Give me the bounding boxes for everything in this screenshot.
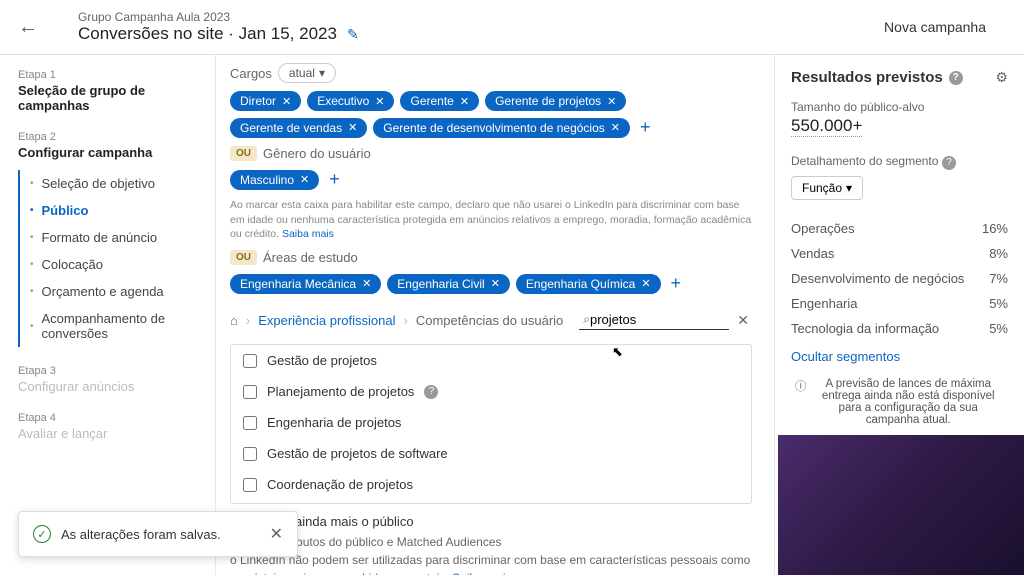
save-toast: ✓ As alterações foram salvas. ✕	[18, 511, 298, 557]
segment-row: Engenharia5%	[791, 291, 1008, 316]
title-block: Grupo Campanha Aula 2023 Conversões no s…	[78, 10, 884, 44]
skill-option[interactable]: Estimativa de projetos	[231, 500, 751, 504]
segment-row: Desenvolvimento de negócios7%	[791, 266, 1008, 291]
sidebar-substep[interactable]: Público	[20, 197, 205, 224]
toast-message: As alterações foram salvas.	[61, 527, 221, 542]
skill-checkbox[interactable]	[243, 385, 257, 399]
restrict-text: ainda mais o público	[295, 514, 414, 529]
remove-chip-icon[interactable]: ✕	[460, 95, 469, 108]
step1-title[interactable]: Seleção de grupo de campanhas	[18, 83, 205, 113]
pencil-icon[interactable]: ✎	[347, 26, 359, 43]
new-campaign-link[interactable]: Nova campanha	[884, 19, 986, 35]
help-icon[interactable]: ?	[949, 71, 963, 85]
help-icon[interactable]: ?	[424, 385, 438, 399]
remove-chip-icon[interactable]: ✕	[282, 95, 291, 108]
remove-chip-icon[interactable]: ✕	[641, 277, 650, 290]
left-sidebar: Etapa 1 Seleção de grupo de campanhas Et…	[0, 55, 216, 575]
info-icon: ⓘ	[795, 378, 807, 426]
saiba-mais-link-2[interactable]: Saiba mais	[452, 571, 511, 575]
search-icon: ⌕	[583, 312, 590, 327]
chevron-down-icon: ▾	[319, 66, 325, 80]
step3-num: Etapa 3	[18, 365, 205, 377]
segment-detail-label: Detalhamento do segmento	[791, 154, 938, 168]
clear-search-icon[interactable]: ✕	[737, 312, 749, 329]
filter-chip[interactable]: Executivo ✕	[307, 91, 394, 111]
cargos-label: Cargos	[230, 66, 272, 81]
skill-search-input[interactable]	[590, 312, 725, 327]
filter-chip[interactable]: Engenharia Civil ✕	[387, 274, 510, 294]
gear-icon[interactable]: ⚙	[995, 69, 1008, 86]
areas-label: Áreas de estudo	[263, 250, 358, 265]
remove-chip-icon[interactable]: ✕	[375, 95, 384, 108]
remove-chip-icon[interactable]: ✕	[607, 95, 616, 108]
remove-chip-icon[interactable]: ✕	[491, 277, 500, 290]
help-icon-2[interactable]: ?	[942, 156, 956, 170]
breadcrumb-comp: Competências do usuário	[416, 313, 563, 328]
audience-size-value: 550.000+	[791, 116, 862, 137]
sidebar-substep[interactable]: Seleção de objetivo	[20, 170, 205, 197]
step4-title: Avaliar e lançar	[18, 426, 205, 441]
step2-title[interactable]: Configurar campanha	[18, 145, 205, 160]
check-circle-icon: ✓	[33, 525, 51, 543]
segment-row: Operações16%	[791, 216, 1008, 241]
step3-title: Configurar anúncios	[18, 379, 205, 394]
sidebar-substep[interactable]: Acompanhamento de conversões	[20, 305, 205, 347]
skill-option[interactable]: Engenharia de projetos	[231, 407, 751, 438]
segment-row: Tecnologia da informação5%	[791, 316, 1008, 341]
remove-chip-icon[interactable]: ✕	[611, 121, 620, 134]
filter-chip[interactable]: Masculino ✕	[230, 170, 319, 190]
filter-chip[interactable]: Gerente de vendas ✕	[230, 118, 367, 138]
remove-chip-icon[interactable]: ✕	[362, 277, 371, 290]
add-chip-button[interactable]: +	[325, 169, 344, 190]
matched-audiences-text: soas por atributos do público e Matched …	[230, 533, 752, 551]
forecast-title: Resultados previstos	[791, 69, 943, 86]
main-panel: Cargos atual ▾ Diretor ✕ Executivo ✕ Geren…	[216, 55, 774, 575]
hide-segments-link[interactable]: Ocultar segmentos	[791, 349, 900, 364]
or-badge: OU	[230, 146, 257, 161]
skill-checkbox[interactable]	[243, 447, 257, 461]
saiba-mais-link[interactable]: Saiba mais	[282, 228, 334, 240]
breadcrumb-exp[interactable]: Experiência profissional	[258, 313, 395, 328]
skill-search-box[interactable]: ⌕	[579, 310, 729, 330]
sidebar-substep[interactable]: Colocação	[20, 251, 205, 278]
back-arrow-icon[interactable]: ←	[18, 16, 38, 39]
step2-num: Etapa 2	[18, 131, 205, 143]
audience-size-label: Tamanho do público-alvo	[791, 100, 1008, 114]
campaign-name: Conversões no site · Jan 15, 2023	[78, 24, 337, 44]
filter-chip[interactable]: Engenharia Mecânica ✕	[230, 274, 381, 294]
skill-checkbox[interactable]	[243, 354, 257, 368]
cargos-filter-dropdown[interactable]: atual ▾	[278, 63, 336, 83]
filter-chip[interactable]: Gerente de desenvolvimento de negócios ✕	[373, 118, 630, 138]
chevron-down-icon: ▾	[846, 181, 852, 195]
segment-row: Vendas8%	[791, 241, 1008, 266]
filter-chip[interactable]: Gerente de projetos ✕	[485, 91, 626, 111]
filter-chip[interactable]: Diretor ✕	[230, 91, 301, 111]
function-dropdown[interactable]: Função ▾	[791, 176, 863, 200]
skill-option[interactable]: Coordenação de projetos	[231, 469, 751, 500]
bid-warning-text: A previsão de lances de máxima entrega a…	[813, 378, 1005, 426]
add-chip-button[interactable]: +	[667, 273, 686, 294]
skill-checkbox[interactable]	[243, 478, 257, 492]
skill-option[interactable]: Gestão de projetos de software	[231, 438, 751, 469]
step1-num: Etapa 1	[18, 69, 205, 81]
sidebar-substep[interactable]: Orçamento e agenda	[20, 278, 205, 305]
filter-chip[interactable]: Gerente ✕	[400, 91, 479, 111]
skill-options-list: Gestão de projetos Planejamento de proje…	[230, 344, 752, 504]
campaign-group-name: Grupo Campanha Aula 2023	[78, 10, 884, 24]
filter-chip[interactable]: Engenharia Química ✕	[516, 274, 661, 294]
skill-checkbox[interactable]	[243, 416, 257, 430]
home-icon[interactable]: ⌂	[230, 313, 238, 328]
remove-chip-icon[interactable]: ✕	[300, 173, 309, 186]
sidebar-substep[interactable]: Formato de anúncio	[20, 224, 205, 251]
remove-chip-icon[interactable]: ✕	[348, 121, 357, 134]
genero-label: Gênero do usuário	[263, 146, 371, 161]
close-toast-icon[interactable]: ✕	[270, 524, 283, 544]
skill-option[interactable]: Planejamento de projetos ?	[231, 376, 751, 407]
or-badge-2: OU	[230, 250, 257, 265]
genero-disclaimer: Ao marcar esta caixa para habilitar este…	[230, 198, 752, 242]
step4-num: Etapa 4	[18, 412, 205, 424]
webcam-overlay	[778, 435, 1024, 575]
skill-option[interactable]: Gestão de projetos	[231, 345, 751, 376]
add-chip-button[interactable]: +	[636, 117, 655, 138]
